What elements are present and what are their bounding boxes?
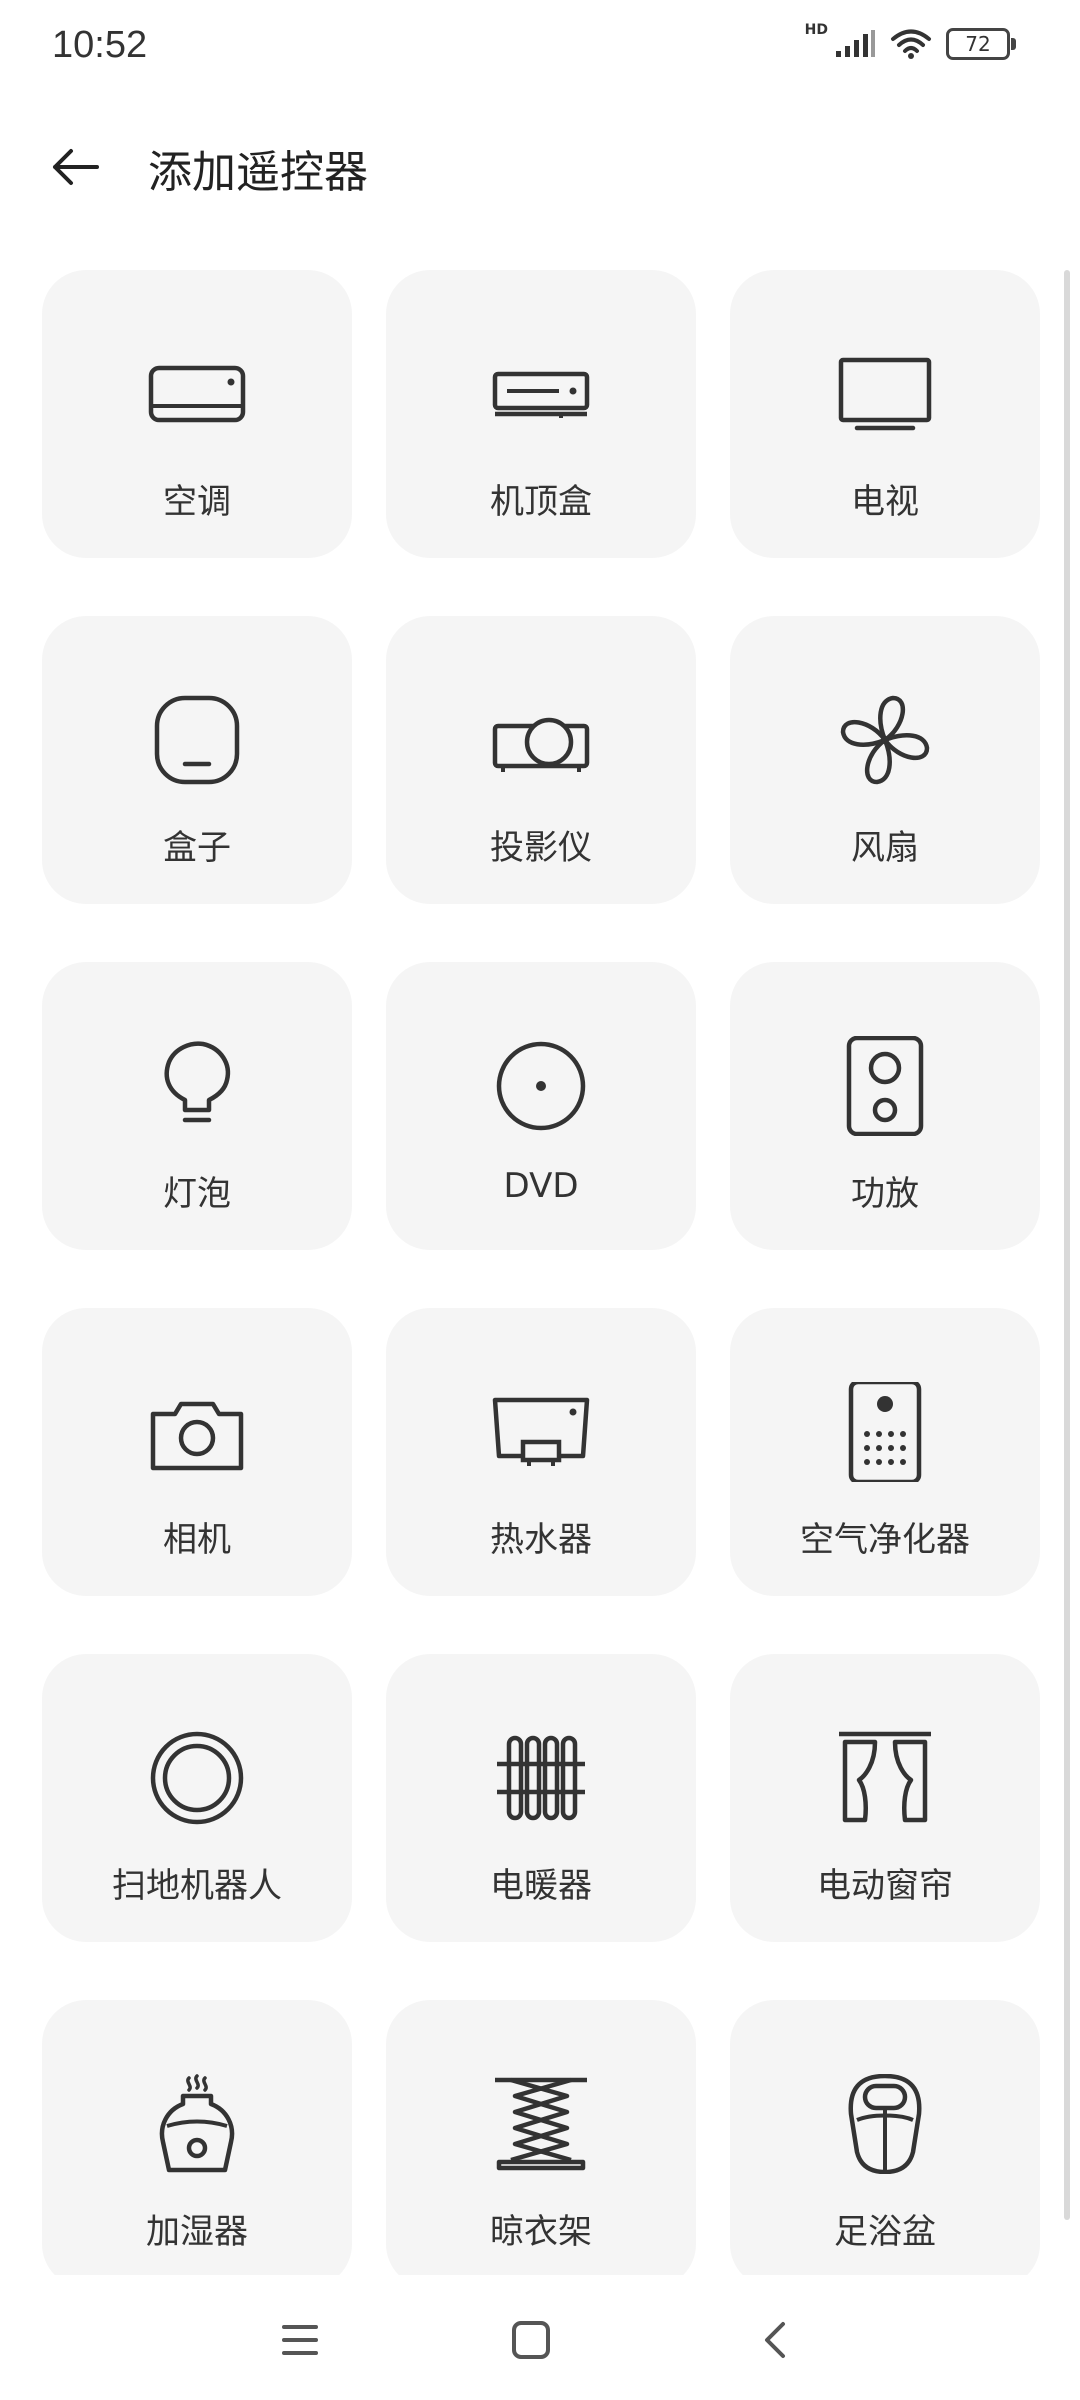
device-label: 风扇: [851, 828, 919, 868]
device-label: 功放: [851, 1174, 919, 1214]
status-time: 10:52: [52, 24, 148, 66]
camera-icon: [150, 1401, 244, 1471]
robot-vacuum-icon: [150, 1731, 244, 1825]
device-tile-box[interactable]: 盒子: [42, 616, 352, 904]
device-label: 电动窗帘: [817, 1866, 953, 1906]
curtain-icon: [839, 1731, 931, 1823]
page-title: 添加遥控器: [148, 147, 368, 198]
water-heater-icon: [492, 1397, 590, 1466]
device-tile-projector[interactable]: 投影仪: [386, 616, 696, 904]
device-tile-air-purifier[interactable]: 空气净化器: [730, 1308, 1040, 1596]
set-top-box-icon: [492, 371, 590, 418]
projector-icon: [492, 717, 590, 772]
device-label: 足浴盆: [834, 2212, 936, 2252]
disc-icon: [496, 1041, 586, 1131]
device-label: 空调: [163, 482, 231, 522]
device-label: 空气净化器: [800, 1520, 970, 1560]
device-tile-electric-heater[interactable]: 电暖器: [386, 1654, 696, 1942]
device-label: 盒子: [163, 828, 231, 868]
home-button[interactable]: [496, 2305, 566, 2375]
device-label: 相机: [163, 1520, 231, 1560]
system-nav-bar: [0, 2275, 1080, 2400]
home-square-icon: [512, 2321, 550, 2359]
speaker-icon: [846, 1036, 924, 1136]
fan-icon: [840, 695, 930, 785]
device-tile-robot-vacuum[interactable]: 扫地机器人: [42, 1654, 352, 1942]
device-tile-light-bulb[interactable]: 灯泡: [42, 962, 352, 1250]
device-tile-set-top-box[interactable]: 机顶盒: [386, 270, 696, 558]
battery-icon: 72: [946, 28, 1016, 60]
device-tile-curtain[interactable]: 电动窗帘: [730, 1654, 1040, 1942]
battery-level: 72: [965, 32, 991, 56]
radiator-icon: [497, 1735, 585, 1821]
back-arrow-icon: [53, 149, 99, 185]
device-label: 晾衣架: [490, 2212, 592, 2252]
air-conditioner-icon: [148, 365, 246, 423]
device-tile-drying-rack[interactable]: 晾衣架: [386, 2000, 696, 2275]
humidifier-icon: [159, 2074, 235, 2173]
scrollbar[interactable]: [1064, 270, 1070, 2220]
device-label: 投影仪: [490, 828, 592, 868]
device-label: 热水器: [490, 1520, 592, 1560]
recents-button[interactable]: [265, 2305, 335, 2375]
device-label: 加湿器: [146, 2212, 248, 2252]
device-tile-tv[interactable]: 电视: [730, 270, 1040, 558]
foot-bath-icon: [848, 2074, 922, 2174]
air-purifier-icon: [848, 1382, 922, 1482]
back-nav-button[interactable]: [740, 2305, 810, 2375]
device-tile-amplifier[interactable]: 功放: [730, 962, 1040, 1250]
signal-icon: [834, 29, 876, 59]
status-bar: 10:52 HD 72: [0, 0, 1080, 96]
chevron-left-icon: [765, 2322, 785, 2358]
device-label: 电视: [851, 482, 919, 522]
hd-indicator: HD: [804, 22, 828, 38]
drying-rack-icon: [495, 2077, 587, 2171]
box-icon: [154, 695, 240, 785]
device-tile-humidifier[interactable]: 加湿器: [42, 2000, 352, 2275]
status-icons: HD 72: [805, 22, 1016, 60]
wifi-icon: [890, 28, 932, 60]
light-bulb-icon: [164, 1041, 231, 1123]
device-tile-camera[interactable]: 相机: [42, 1308, 352, 1596]
device-tile-air-conditioner[interactable]: 空调: [42, 270, 352, 558]
device-tile-fan[interactable]: 风扇: [730, 616, 1040, 904]
device-tile-water-heater[interactable]: 热水器: [386, 1308, 696, 1596]
device-label: 电暖器: [490, 1866, 592, 1906]
back-button[interactable]: [40, 132, 110, 202]
device-tile-foot-bath[interactable]: 足浴盆: [730, 2000, 1040, 2275]
device-label: 扫地机器人: [112, 1866, 282, 1906]
device-grid: 空调 机顶盒 电视 盒子 投影仪 风扇 灯泡 DVD 功放 相机 热水器 空气净…: [42, 270, 1040, 2275]
device-grid-viewport[interactable]: 空调 机顶盒 电视 盒子 投影仪 风扇 灯泡 DVD 功放 相机 热水器 空气净…: [0, 270, 1080, 2275]
device-tile-dvd[interactable]: DVD: [386, 962, 696, 1250]
menu-icon: [282, 2325, 318, 2355]
device-label: DVD: [503, 1166, 579, 1206]
device-label: 机顶盒: [490, 482, 592, 522]
header: 添加遥控器: [0, 120, 1080, 210]
tv-icon: [838, 357, 932, 431]
device-label: 灯泡: [163, 1174, 231, 1214]
